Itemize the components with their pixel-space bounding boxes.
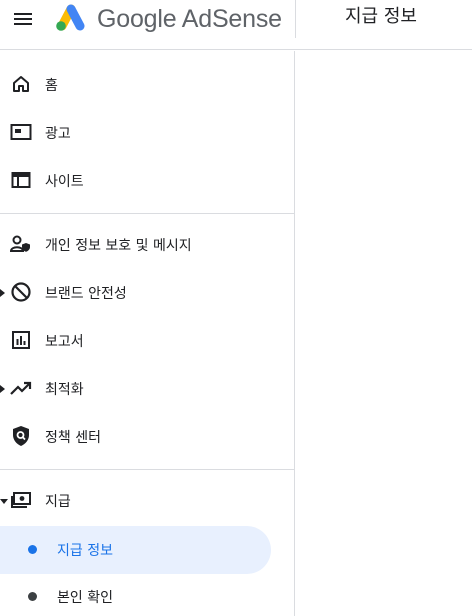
sidebar-divider: [0, 469, 295, 470]
top-app-bar: Google AdSense 지급 정보: [0, 0, 472, 50]
page-title: 지급 정보: [345, 6, 417, 27]
sidebar-item-label: 정책 센터: [45, 430, 101, 446]
sidebar-item-payments[interactable]: 지급: [0, 477, 295, 525]
main-menu-button[interactable]: [10, 6, 36, 32]
header-divider: [295, 0, 296, 38]
product-name[interactable]: Google AdSense: [97, 4, 282, 34]
sidebar-item-label: 홈: [45, 78, 58, 94]
sites-icon: [10, 169, 32, 191]
ads-icon: [10, 121, 32, 143]
sidebar-item-reports[interactable]: 보고서: [0, 317, 295, 365]
sidebar-item-privacy-messaging[interactable]: 개인 정보 보호 및 메시지: [0, 221, 295, 269]
sidebar-item-sites[interactable]: 사이트: [0, 157, 295, 205]
collapse-arrow-icon[interactable]: [0, 499, 8, 504]
expand-arrow-icon[interactable]: [0, 385, 5, 393]
sidebar-item-ads[interactable]: 광고: [0, 109, 295, 157]
sidebar-item-label: 지급: [45, 494, 71, 510]
payments-icon: [10, 489, 32, 511]
reports-icon: [10, 329, 32, 351]
sidebar-subitem-label: 지급 정보: [57, 543, 113, 559]
sidebar-item-label: 보고서: [45, 334, 84, 350]
sidebar-subitem-payment-info[interactable]: 지급 정보: [0, 526, 271, 574]
sidebar-subitem-label: 본인 확인: [57, 590, 113, 606]
sidebar-nav: 홈 광고 사이트 개인 정보 보호 및 메시지 브랜드 안전성 보고서 최적화 …: [0, 51, 295, 616]
brand-safety-icon: [10, 281, 32, 303]
sidebar-item-label: 개인 정보 보호 및 메시지: [45, 238, 192, 254]
expand-arrow-icon[interactable]: [0, 289, 5, 297]
bullet-dot-icon: [28, 592, 37, 601]
sidebar-item-label: 최적화: [45, 382, 84, 398]
hamburger-line: [14, 13, 32, 15]
sidebar-item-policy-center[interactable]: 정책 센터: [0, 413, 295, 461]
policy-center-icon: [10, 425, 32, 447]
sidebar-item-home[interactable]: 홈: [0, 61, 295, 109]
sidebar-item-brand-safety[interactable]: 브랜드 안전성: [0, 269, 295, 317]
hamburger-line: [14, 23, 32, 25]
home-icon: [10, 73, 32, 95]
privacy-messaging-icon: [10, 233, 32, 255]
sidebar-subitem-identity-verification[interactable]: 본인 확인: [0, 573, 271, 616]
hamburger-line: [14, 18, 32, 20]
sidebar-item-label: 광고: [45, 126, 71, 142]
bullet-dot-icon: [28, 545, 37, 554]
sidebar-item-optimization[interactable]: 최적화: [0, 365, 295, 413]
adsense-logo-icon[interactable]: [53, 2, 89, 32]
sidebar-divider: [0, 213, 295, 214]
sidebar-item-label: 브랜드 안전성: [45, 286, 127, 302]
sidebar-item-label: 사이트: [45, 174, 84, 190]
optimization-icon: [10, 377, 32, 399]
